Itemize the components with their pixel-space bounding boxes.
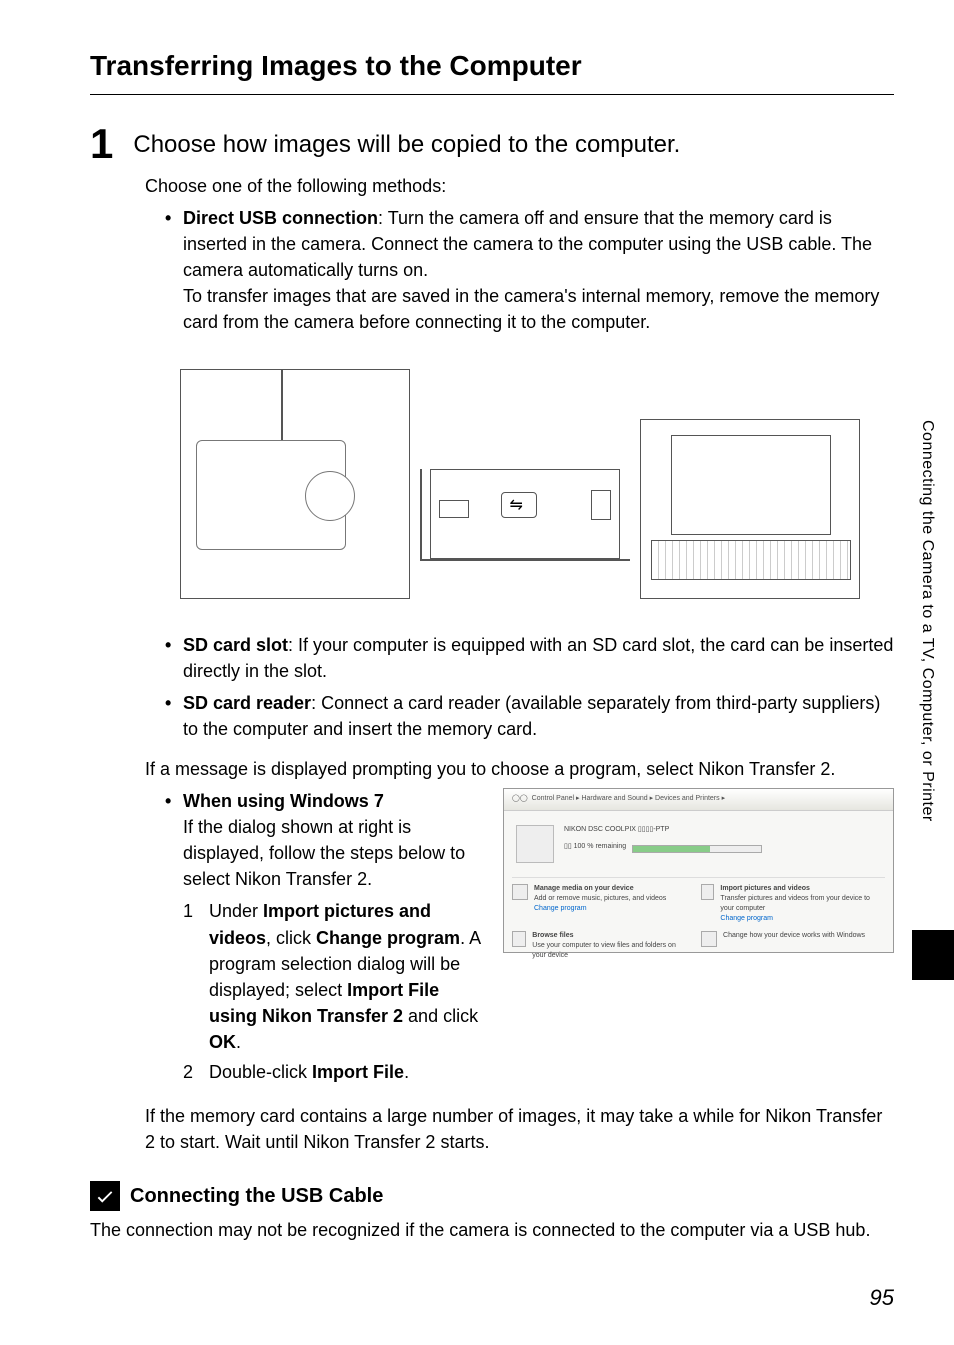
win7-label: When using Windows 7 bbox=[183, 788, 483, 814]
action-manage-link: Change program bbox=[534, 904, 666, 914]
step-title: Choose how images will be copied to the … bbox=[133, 123, 680, 159]
win7-device-name: NIKON DSC COOLPIX ▯▯▯▯-PTP bbox=[564, 825, 762, 835]
action-browse-title: Browse files bbox=[532, 931, 691, 941]
action-manage-sub: Add or remove music, pictures, and video… bbox=[534, 894, 666, 904]
usb-hub-illustration bbox=[430, 469, 620, 559]
win7-back-icon: ◯◯ bbox=[512, 794, 528, 804]
note-block: Connecting the USB Cable The connection … bbox=[90, 1181, 894, 1243]
win7-dialog-screenshot: ◯◯ Control Panel ▸ Hardware and Sound ▸ … bbox=[503, 788, 894, 953]
side-tab bbox=[912, 930, 954, 980]
folder-icon bbox=[512, 931, 526, 947]
action-change-sub: Change how your device works with Window… bbox=[723, 931, 865, 941]
win7-step-2: Double-click Import File. bbox=[183, 1059, 483, 1085]
win7-step-1: Under Import pictures and videos, click … bbox=[183, 898, 483, 1055]
settings-icon bbox=[701, 931, 717, 947]
win7-text: If the dialog shown at right is displaye… bbox=[183, 814, 483, 892]
note-body: The connection may not be recognized if … bbox=[90, 1217, 894, 1243]
bullet-sdreader-label: SD card reader bbox=[183, 693, 311, 713]
laptop-illustration bbox=[640, 419, 860, 599]
page-number: 95 bbox=[870, 1285, 894, 1311]
side-section-label: Connecting the Camera to a TV, Computer,… bbox=[918, 420, 936, 822]
bullet-sdreader: SD card reader: Connect a card reader (a… bbox=[165, 690, 894, 742]
connection-illustration bbox=[145, 354, 894, 614]
bullet-usb-text2: To transfer images that are saved in the… bbox=[183, 283, 894, 335]
action-import-link: Change program bbox=[720, 914, 880, 924]
program-prompt-text: If a message is displayed prompting you … bbox=[145, 756, 894, 782]
camera-icon bbox=[516, 825, 554, 863]
win7-remaining: ▯▯ 100 % remaining bbox=[564, 842, 626, 852]
check-icon bbox=[90, 1181, 120, 1211]
step-intro: Choose one of the following methods: bbox=[145, 173, 894, 199]
action-browse-sub: Use your computer to view files and fold… bbox=[532, 941, 691, 961]
action-manage-title: Manage media on your device bbox=[534, 884, 666, 894]
bullet-usb: Direct USB connection: Turn the camera o… bbox=[165, 205, 894, 335]
bullet-sdslot-text: : If your computer is equipped with an S… bbox=[183, 635, 893, 681]
bullet-sdslot: SD card slot: If your computer is equipp… bbox=[165, 632, 894, 684]
action-import-title: Import pictures and videos bbox=[720, 884, 880, 894]
camera-illustration bbox=[180, 369, 410, 599]
note-title: Connecting the USB Cable bbox=[130, 1185, 383, 1208]
bullet-sdslot-label: SD card slot bbox=[183, 635, 288, 655]
progress-bar bbox=[632, 845, 762, 853]
bullet-usb-label: Direct USB connection bbox=[183, 208, 378, 228]
wait-text: If the memory card contains a large numb… bbox=[145, 1103, 894, 1155]
play-icon bbox=[512, 884, 528, 900]
bullet-win7: When using Windows 7 If the dialog shown… bbox=[165, 788, 894, 1089]
import-icon bbox=[701, 884, 714, 900]
page-title: Transferring Images to the Computer bbox=[90, 50, 894, 95]
action-import-sub: Transfer pictures and videos from your d… bbox=[720, 894, 880, 914]
win7-breadcrumb: Control Panel ▸ Hardware and Sound ▸ Dev… bbox=[532, 794, 725, 804]
step-number: 1 bbox=[90, 123, 113, 165]
